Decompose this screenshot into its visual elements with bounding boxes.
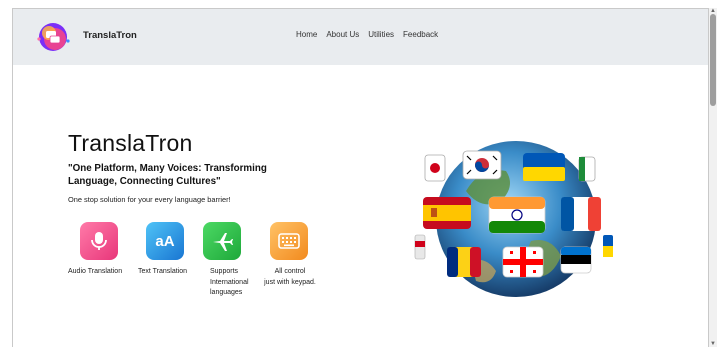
- scrollbar-thumb[interactable]: [710, 14, 716, 106]
- nav-about-us[interactable]: About Us: [326, 30, 359, 39]
- main-nav: Home About Us Utilities Feedback: [296, 30, 438, 39]
- microphone-icon[interactable]: [80, 222, 118, 260]
- feature-label: All control just with keypad.: [264, 268, 316, 286]
- flag-india: [488, 196, 546, 234]
- feature-label: Supports International languages: [210, 268, 249, 296]
- vertical-scrollbar[interactable]: ▲ ▼: [709, 8, 717, 347]
- feature-label: Audio Translation: [68, 268, 123, 275]
- flag-south-korea: [462, 150, 502, 180]
- flag-spain: [423, 197, 471, 229]
- navbar: TranslaTron Home About Us Utilities Feed…: [13, 9, 708, 65]
- feature-label: Text Translation: [138, 268, 188, 275]
- flag-romania: [447, 247, 481, 277]
- tagline: "One Platform, Many Voices: Transforming…: [68, 163, 267, 187]
- nav-feedback[interactable]: Feedback: [403, 30, 438, 39]
- flag-small-left: [414, 234, 426, 260]
- browser-viewport: TranslaTron Home About Us Utilities Feed…: [12, 8, 709, 347]
- keyboard-icon[interactable]: [270, 222, 308, 260]
- flag-france: [561, 197, 601, 231]
- nav-utilities[interactable]: Utilities: [368, 30, 394, 39]
- page-title: TranslaTron: [68, 130, 193, 156]
- flag-ukraine: [523, 153, 565, 181]
- subtext: One stop solution for your every languag…: [68, 195, 231, 204]
- scroll-down-arrow-icon[interactable]: ▼: [710, 341, 716, 347]
- nav-home[interactable]: Home: [296, 30, 317, 39]
- logo-icon[interactable]: [35, 19, 71, 55]
- flag-green-small: [578, 156, 596, 182]
- airplane-icon[interactable]: [203, 222, 241, 260]
- flag-estonia: [560, 246, 592, 274]
- globe-flags-illustration: [414, 141, 613, 297]
- brand-name[interactable]: TranslaTron: [83, 30, 137, 41]
- text-aa-icon[interactable]: aA: [146, 222, 184, 260]
- flag-georgia: [502, 246, 544, 278]
- flag-japan: [424, 154, 446, 182]
- flag-small-right: [603, 235, 613, 257]
